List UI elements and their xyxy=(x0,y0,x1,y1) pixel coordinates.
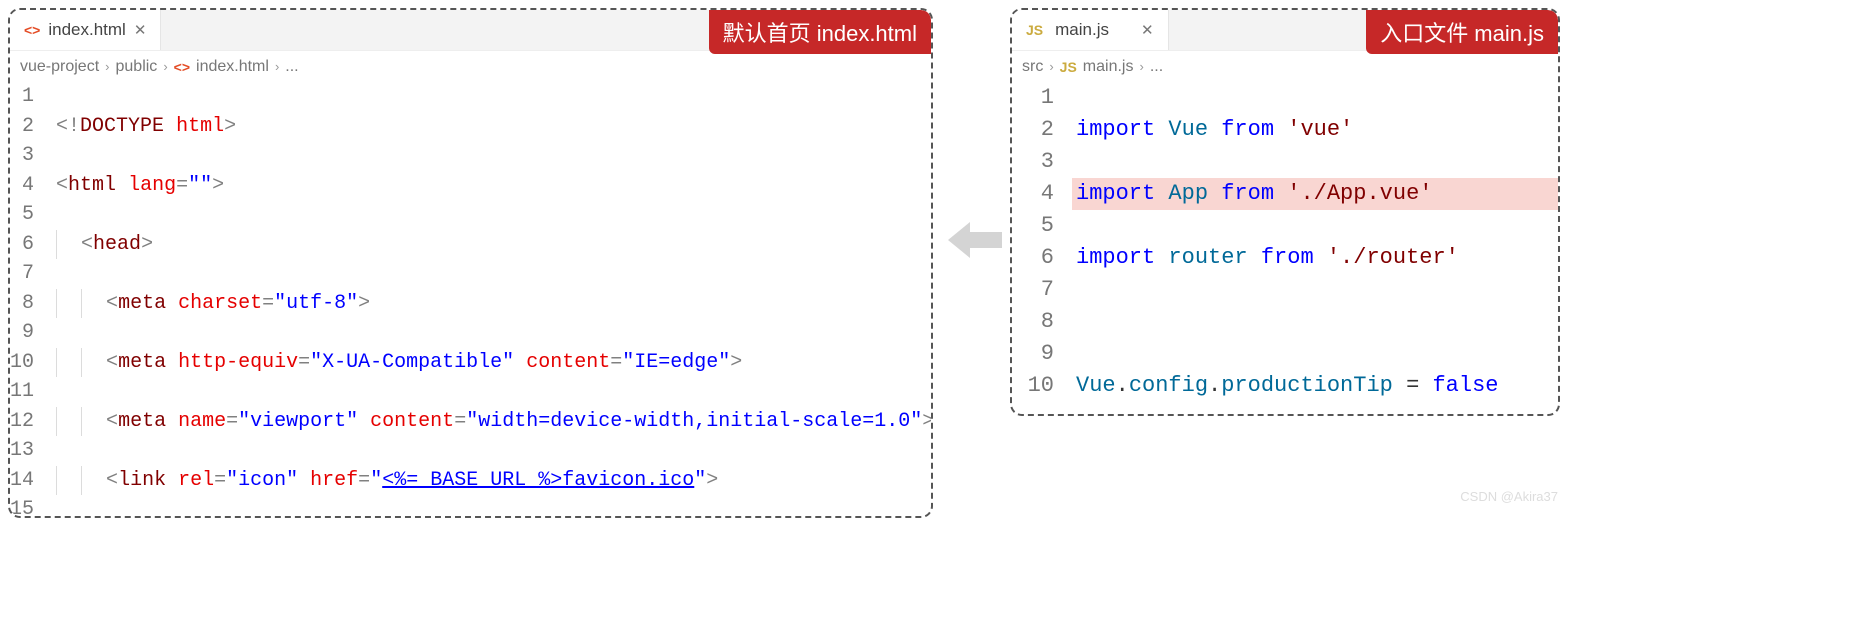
tab-main-js[interactable]: JS main.js ✕ xyxy=(1012,10,1169,50)
chevron-right-icon: › xyxy=(1139,59,1143,74)
chevron-right-icon: › xyxy=(163,59,167,74)
breadcrumb[interactable]: src › JS main.js › ... xyxy=(1012,50,1558,82)
watermark: CSDN @Akira37 xyxy=(1460,489,1558,504)
close-icon[interactable]: ✕ xyxy=(1141,21,1154,39)
js-file-icon: JS xyxy=(1060,59,1077,75)
code-line: <head> xyxy=(52,230,933,260)
breadcrumb-segment[interactable]: vue-project xyxy=(20,58,99,76)
code-line: <meta name="viewport" content="width=dev… xyxy=(52,407,933,437)
code-line: import router from './router' xyxy=(1072,242,1558,274)
code-line: <link rel="icon" href="<%= BASE_URL %>fa… xyxy=(52,466,933,496)
code-line: <meta charset="utf-8"> xyxy=(52,289,933,319)
close-icon[interactable]: ✕ xyxy=(134,21,147,39)
code-body[interactable]: import Vue from 'vue' import App from '.… xyxy=(1072,82,1558,416)
breadcrumb-segment[interactable]: ... xyxy=(1150,58,1163,76)
code-editor[interactable]: 123 456 789 101112 131415 1617 <!DOCTYPE… xyxy=(10,82,931,518)
annotation-badge: 入口文件 main.js xyxy=(1366,10,1558,54)
chevron-right-icon: › xyxy=(275,59,279,74)
line-number-gutter: 123 456 789 10 xyxy=(1012,82,1072,416)
code-line: Vue.config.productionTip = false xyxy=(1072,370,1558,402)
arrow-left-icon xyxy=(948,220,1002,260)
breadcrumb[interactable]: vue-project › public › <> index.html › .… xyxy=(10,50,931,82)
chevron-right-icon: › xyxy=(1049,59,1053,74)
breadcrumb-segment[interactable]: index.html xyxy=(196,58,269,76)
breadcrumb-segment[interactable]: main.js xyxy=(1083,58,1134,76)
breadcrumb-segment[interactable]: public xyxy=(116,58,158,76)
code-line xyxy=(1072,306,1558,338)
tab-label: main.js xyxy=(1055,20,1109,40)
chevron-right-icon: › xyxy=(105,59,109,74)
line-number-gutter: 123 456 789 101112 131415 1617 xyxy=(10,82,52,518)
code-editor[interactable]: 123 456 789 10 import Vue from 'vue' imp… xyxy=(1012,82,1558,416)
code-line: <html lang=""> xyxy=(52,171,933,201)
editor-panel-main-js: JS main.js ✕ src › JS main.js › ... 123 … xyxy=(1010,8,1560,416)
tab-label: index.html xyxy=(48,20,125,40)
code-line: <!DOCTYPE html> xyxy=(52,112,933,142)
breadcrumb-segment[interactable]: src xyxy=(1022,58,1043,76)
editor-panel-index-html: <> index.html ✕ vue-project › public › <… xyxy=(8,8,933,518)
code-body[interactable]: <!DOCTYPE html> <html lang=""> <head> <m… xyxy=(52,82,933,518)
breadcrumb-segment[interactable]: ... xyxy=(285,58,298,76)
code-line: import Vue from 'vue' xyxy=(1072,114,1558,146)
tab-index-html[interactable]: <> index.html ✕ xyxy=(10,10,161,50)
js-file-icon: JS xyxy=(1026,22,1043,38)
annotation-badge: 默认首页 index.html xyxy=(709,10,931,54)
code-line-highlighted: import App from './App.vue' xyxy=(1072,178,1558,210)
html-file-icon: <> xyxy=(174,59,190,75)
html-file-icon: <> xyxy=(24,22,40,38)
code-line: <meta http-equiv="X-UA-Compatible" conte… xyxy=(52,348,933,378)
